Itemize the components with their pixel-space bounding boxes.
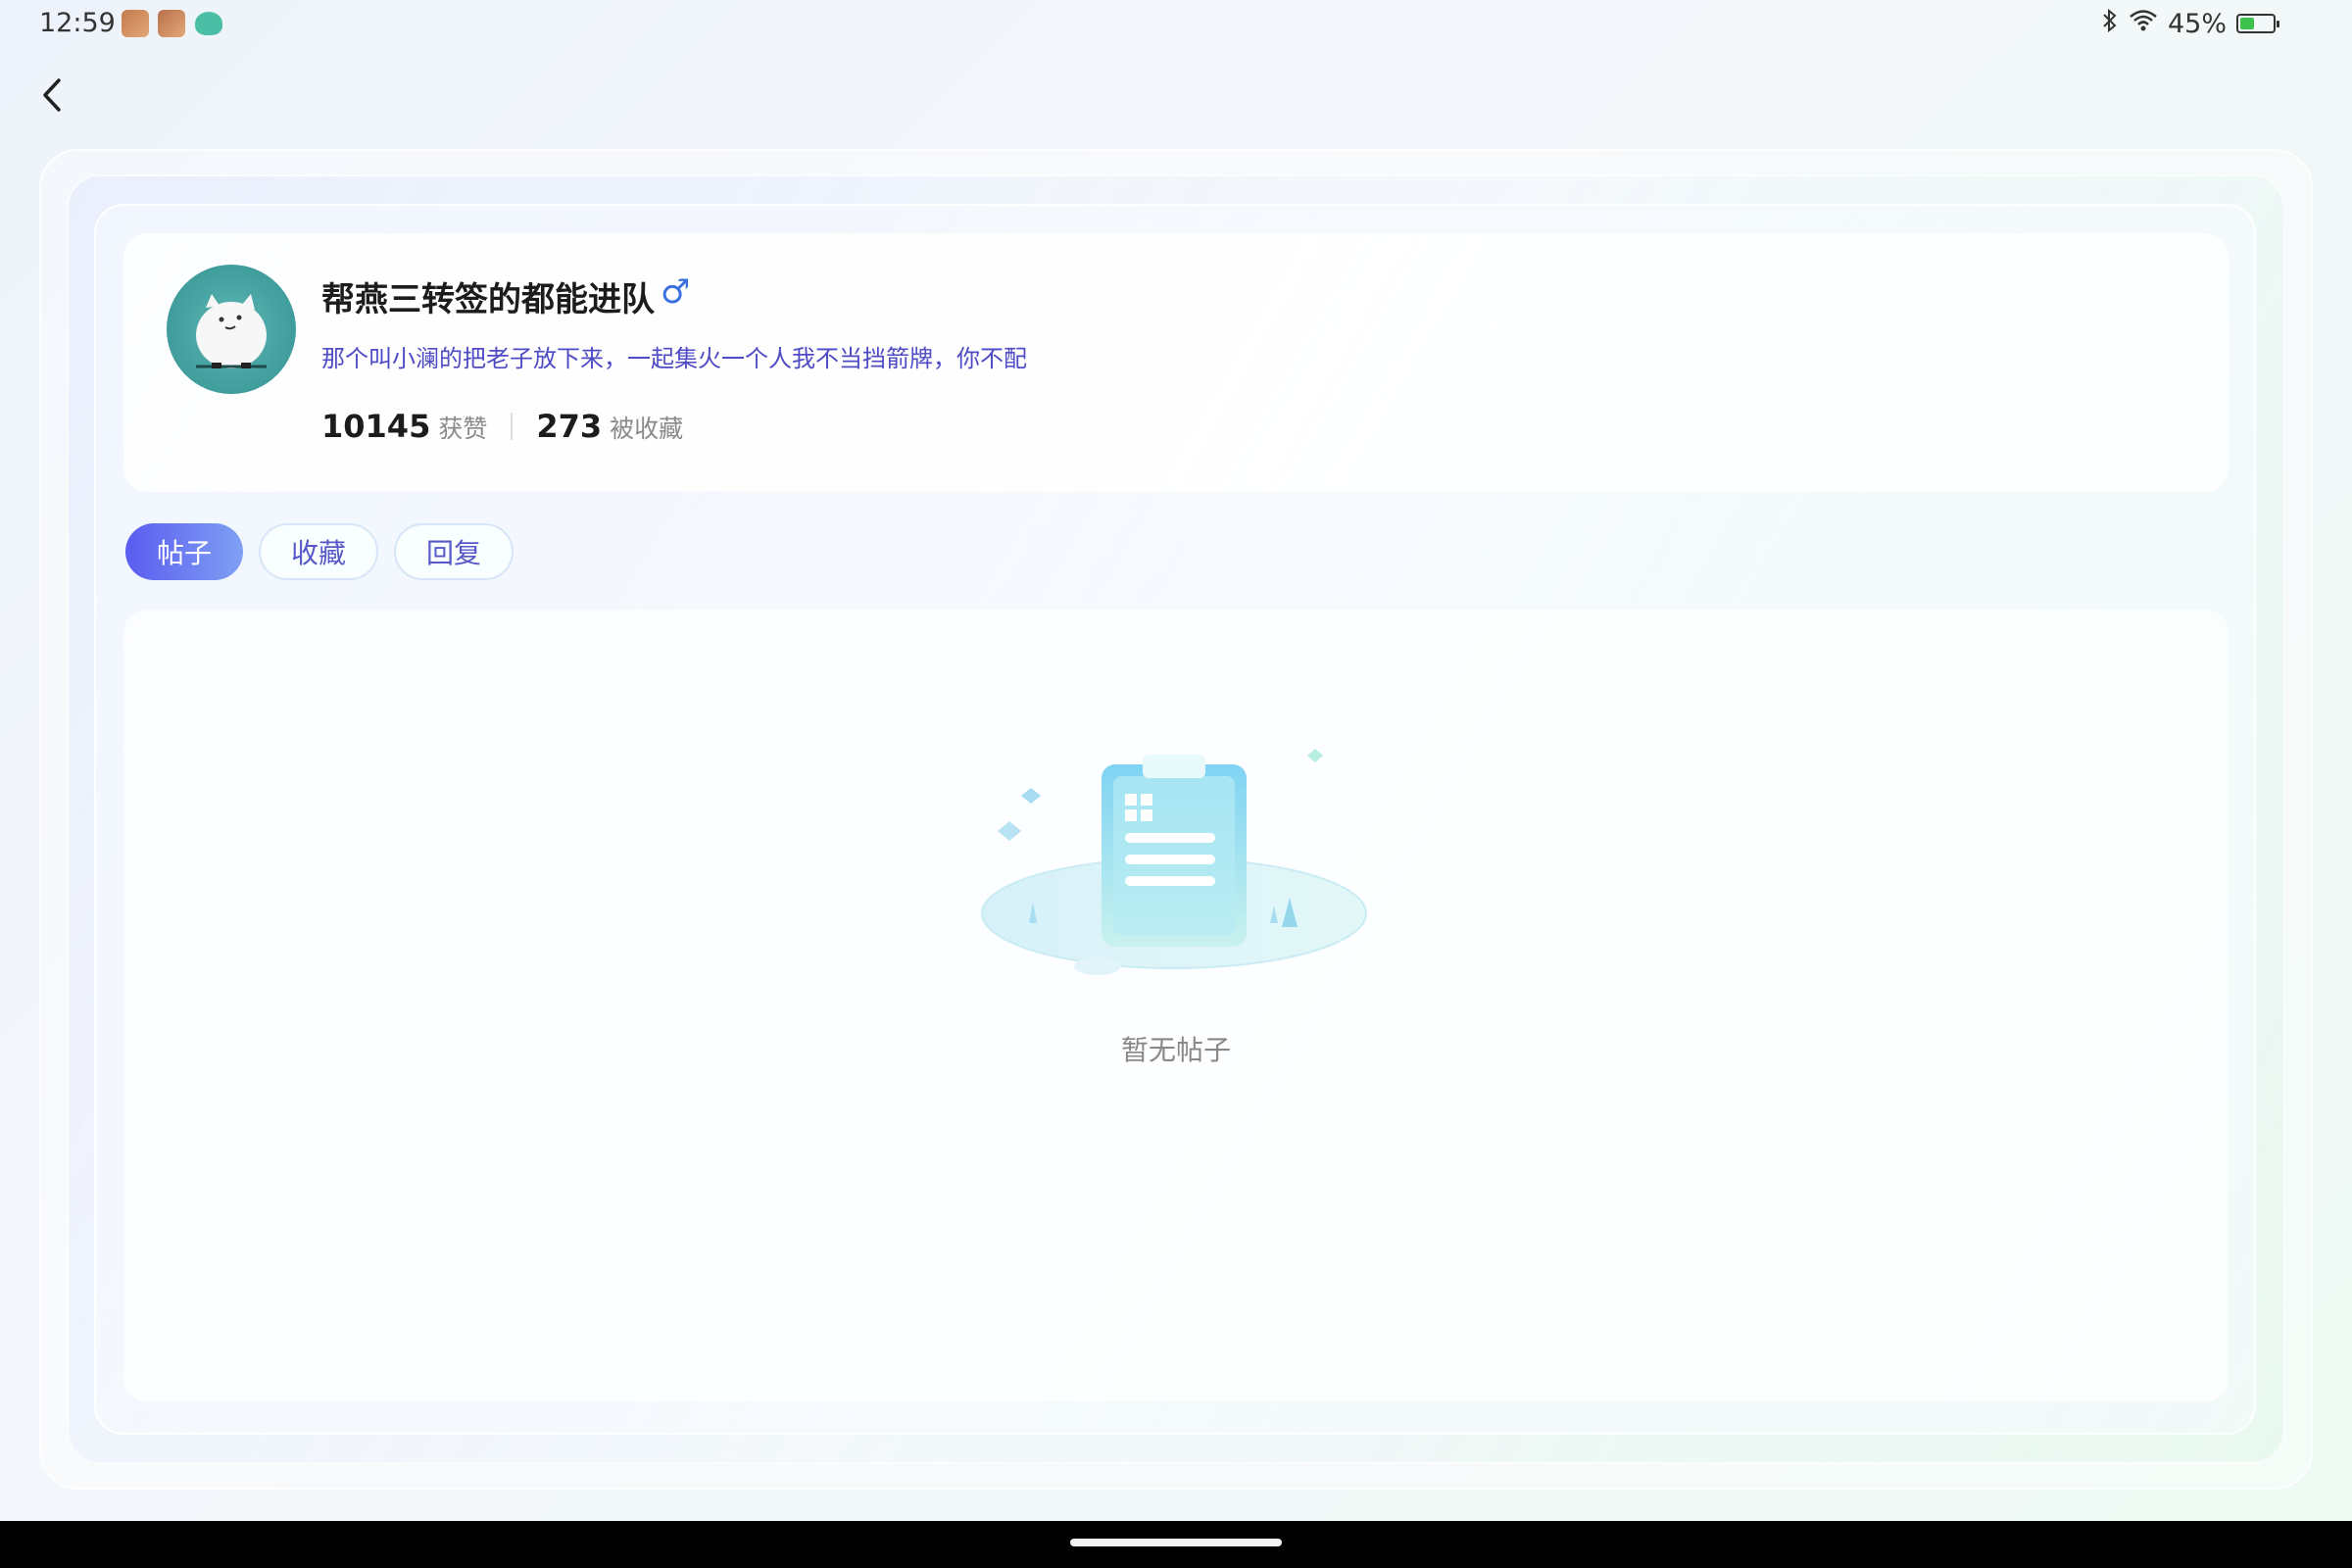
bluetooth-icon <box>2101 8 2119 39</box>
male-gender-icon: ♂ <box>661 272 691 312</box>
battery-icon <box>2236 14 2279 33</box>
profile-card: 帮燕三转签的都能进队 ♂ 那个叫小澜的把老子放下来，一起集火一个人我不当挡箭牌，… <box>123 233 2229 492</box>
user-stats: 10145 获赞 273 被收藏 <box>321 408 683 445</box>
tab-replies[interactable]: 回复 <box>394 523 514 580</box>
status-bar: 12:59 45% <box>0 0 2352 49</box>
favorited-label: 被收藏 <box>610 415 684 443</box>
user-bio: 那个叫小澜的把老子放下来，一起集火一个人我不当挡箭牌，你不配 <box>321 345 1027 372</box>
app-notification-icon <box>158 10 185 37</box>
wifi-icon <box>2129 9 2158 38</box>
likes-count: 10145 <box>321 408 431 445</box>
avatar-cat-icon <box>196 294 267 368</box>
favorited-count: 273 <box>536 408 603 445</box>
tab-favorites[interactable]: 收藏 <box>259 523 378 580</box>
app-notification-icon <box>195 12 222 35</box>
tab-posts[interactable]: 帖子 <box>125 523 243 580</box>
navigation-bar <box>0 1521 2352 1568</box>
back-button[interactable] <box>35 73 69 118</box>
chevron-left-icon <box>43 78 61 112</box>
battery-percent: 45% <box>2167 8 2227 39</box>
home-indicator[interactable] <box>1070 1539 1282 1546</box>
battery-fill <box>2240 18 2255 29</box>
stats-divider <box>511 413 514 440</box>
status-time: 12:59 <box>39 8 116 38</box>
status-indicators: 45% <box>2101 8 2279 39</box>
likes-label: 获赞 <box>438 415 488 443</box>
avatar[interactable] <box>167 265 296 394</box>
profile-tabs: 帖子 收藏 回复 <box>125 523 514 580</box>
empty-state-text: 暂无帖子 <box>1120 1034 1231 1066</box>
app-notification-icon <box>122 10 149 37</box>
posts-content-area: 暂无帖子 <box>123 610 2229 1401</box>
username: 帮燕三转签的都能进队 <box>321 280 655 319</box>
empty-clipboard-illustration <box>981 749 1367 975</box>
